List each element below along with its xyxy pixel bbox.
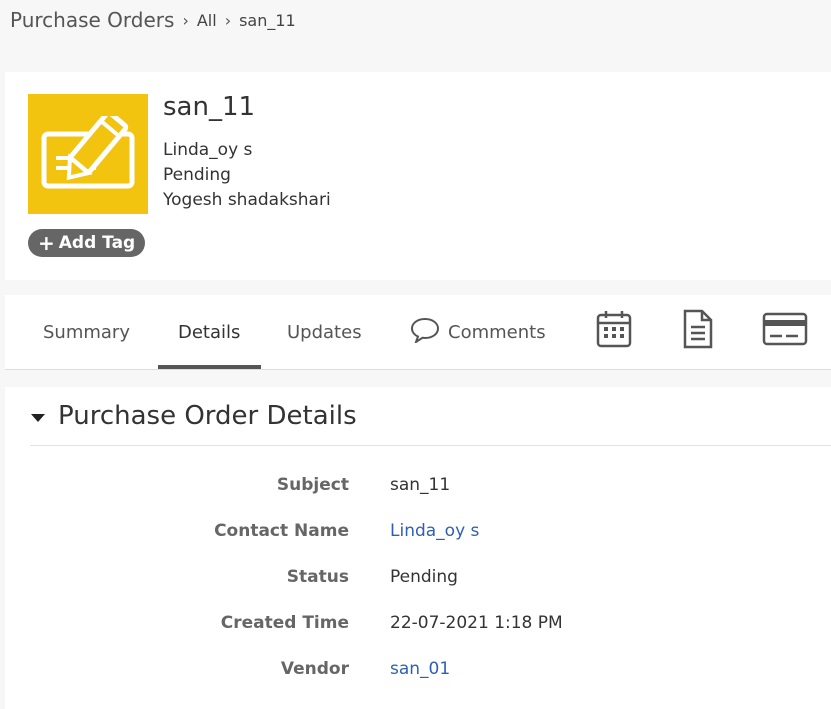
record-owner: Yogesh shadakshari — [163, 190, 331, 210]
record-header: san_11 Linda_oy s Pending Yogesh shadaks… — [5, 72, 831, 280]
chevron-right-icon: › — [182, 10, 189, 30]
detail-row-contact-name: Contact Name Linda_oy s — [5, 516, 831, 546]
field-label: Subject — [276, 475, 349, 495]
section-title: Purchase Order Details — [58, 401, 357, 431]
field-label: Vendor — [280, 659, 349, 679]
add-tag-label: Add Tag — [58, 233, 136, 253]
edit-note-icon — [28, 94, 148, 214]
field-label: Created Time — [220, 613, 349, 633]
tab-summary[interactable]: Summary — [43, 295, 130, 369]
card-icon[interactable] — [762, 309, 808, 353]
add-tag-button[interactable]: + Add Tag — [28, 229, 146, 257]
tab-comments[interactable]: Comments — [410, 295, 546, 369]
contact-name-link[interactable]: Linda_oy s — [390, 521, 479, 541]
detail-row-status: Status Pending — [5, 562, 831, 592]
tab-updates-label: Updates — [287, 321, 362, 343]
breadcrumb: Purchase Orders › All › san_11 — [10, 0, 296, 40]
calendar-icon[interactable] — [595, 309, 633, 353]
record-status: Pending — [163, 165, 231, 185]
tab-bar: Summary Details Updates Comments — [5, 295, 831, 370]
caret-down-icon[interactable] — [30, 401, 46, 431]
document-icon[interactable] — [681, 309, 715, 353]
tab-comments-label: Comments — [448, 321, 546, 343]
record-contact: Linda_oy s — [163, 140, 253, 160]
tab-details[interactable]: Details — [178, 295, 240, 369]
plus-icon: + — [38, 231, 55, 255]
section-header[interactable]: Purchase Order Details — [30, 387, 831, 446]
tab-details-label: Details — [178, 321, 241, 343]
tab-summary-label: Summary — [43, 321, 130, 343]
field-label: Contact Name — [214, 521, 349, 541]
detail-row-created-time: Created Time 22-07-2021 1:18 PM — [5, 608, 831, 638]
tab-updates[interactable]: Updates — [287, 295, 362, 369]
vendor-link[interactable]: san_01 — [390, 659, 450, 679]
detail-row-vendor: Vendor san_01 — [5, 654, 831, 684]
record-title: san_11 — [163, 92, 256, 122]
field-value: 22-07-2021 1:18 PM — [390, 613, 563, 633]
chevron-right-icon: › — [224, 10, 232, 30]
breadcrumb-record: san_11 — [239, 10, 296, 30]
breadcrumb-all[interactable]: All — [197, 11, 217, 30]
breadcrumb-module[interactable]: Purchase Orders — [10, 8, 174, 32]
active-tab-indicator — [158, 365, 261, 369]
details-panel: Purchase Order Details Subject san_11 Co… — [5, 387, 831, 709]
speech-bubble-icon — [410, 317, 440, 348]
field-label: Status — [286, 567, 349, 587]
field-value: Pending — [390, 567, 458, 587]
field-value: san_11 — [390, 475, 451, 495]
detail-row-subject: Subject san_11 — [5, 470, 831, 500]
